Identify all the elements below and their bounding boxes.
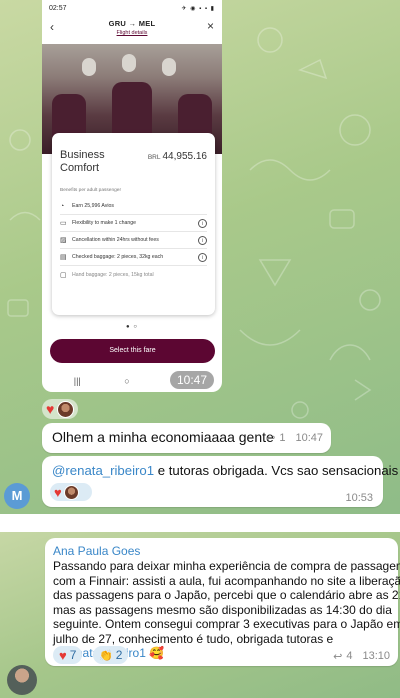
message-bubble[interactable]: @renata_ribeiro1 e tutoras obrigada. Vcs…	[42, 456, 398, 507]
sender-avatar[interactable]: M	[4, 483, 30, 509]
hand-baggage-icon: ▢	[60, 271, 67, 279]
benefit-label: Checked baggage: 2 pieces, 32kg each	[72, 254, 164, 260]
info-icon: i	[198, 235, 207, 245]
message-line: julho de 27, conhecimento é tudo, obriga…	[53, 631, 334, 646]
message-meta: ↩ 1 10:47	[266, 432, 323, 445]
heart-reaction[interactable]: ♥ 7	[53, 646, 83, 664]
image-timestamp: 10:47	[170, 371, 215, 389]
reply-count[interactable]: 1	[279, 432, 285, 445]
message-author[interactable]: Ana Paula Goes	[53, 544, 140, 558]
message-meta: ↩ 4 13:10	[333, 650, 390, 663]
message-line: seguinte. Ontem consegui comprar 3 execu…	[53, 617, 400, 631]
fare-price: BRL 44,955.16	[148, 151, 207, 162]
message-time: 13:10	[362, 650, 390, 662]
recents-icon: |||	[73, 376, 81, 386]
price-amount: 44,955.16	[162, 151, 208, 162]
avios-icon: ◔	[60, 202, 65, 210]
avatar	[57, 400, 75, 418]
clap-icon: 👏	[99, 649, 113, 662]
benefit-label: Cancellation within 24hrs without fees	[72, 237, 159, 243]
benefit-row: ▭ Flexibility to make 1 change i	[60, 215, 207, 232]
benefit-row: ▨ Cancellation within 24hrs without fees…	[60, 232, 207, 249]
heart-icon: ♥	[59, 647, 67, 663]
booking-screenshot[interactable]: 02:57 ✈ ◉ ▪ ▪ ▮ ‹ GRU → MEL Flight detai…	[42, 0, 222, 392]
benefit-list: ◔ Earn 25,996 Avios ▭ Flexibility to mak…	[60, 198, 207, 283]
info-icon: i	[198, 218, 207, 228]
message-time: 10:47	[295, 432, 323, 444]
close-icon: ×	[206, 19, 214, 33]
status-icons: ✈ ◉ ▪ ▪ ▮	[181, 5, 215, 12]
image-reactions[interactable]: ♥	[42, 399, 79, 419]
select-fare-button: Select this fare	[50, 339, 215, 363]
avatar	[63, 484, 79, 500]
message-text: @renata_ribeiro1 e tutoras obrigada. Vcs…	[52, 463, 398, 478]
message-line: Passando para deixar minha experiência d…	[53, 559, 400, 573]
message-bubble[interactable]: Ana Paula Goes Passando para deixar minh…	[45, 538, 400, 666]
fare-card: Business Comfort BRL 44,955.16 Benefits p…	[52, 133, 215, 315]
mention-link[interactable]: @renata_ribeiro1	[52, 463, 154, 478]
status-time: 02:57	[49, 4, 67, 12]
reaction-count: 2	[115, 648, 123, 662]
price-currency: BRL	[147, 154, 161, 161]
sender-avatar[interactable]	[7, 665, 37, 695]
window-shape	[162, 58, 176, 76]
pager-dots: ● ○	[126, 324, 138, 330]
benefit-row: ◔ Earn 25,996 Avios	[60, 198, 207, 215]
benefit-row: ▢ Hand baggage: 2 pieces, 15kg total	[60, 266, 207, 283]
heart-icon: ♥	[46, 401, 55, 417]
reply-icon[interactable]: ↩	[266, 432, 275, 445]
message-line: com a Finnair: assisti a aula, fui acomp…	[53, 573, 400, 588]
emoji: 🥰	[149, 646, 165, 660]
message-line: das passagens para o Japão, percebi que …	[53, 588, 400, 602]
flexibility-icon: ▭	[60, 220, 67, 227]
fare-class: Business Comfort	[60, 149, 105, 174]
heart-icon: ♥	[54, 484, 62, 500]
benefit-row: ▤ Checked baggage: 2 pieces, 32kg each i	[60, 249, 207, 266]
message-time: 10:53	[345, 492, 373, 504]
home-icon: ○	[124, 376, 130, 386]
message-body: e tutoras obrigada. Vcs sao sensacionais	[154, 463, 399, 478]
benefit-label: Earn 25,996 Avios	[72, 203, 115, 209]
app-header: ‹ GRU → MEL Flight details ×	[42, 16, 222, 44]
chat-panel-bottom: Ana Paula Goes Passando para deixar minh…	[0, 532, 400, 698]
message-text: Olhem a minha economiaaaa gente	[52, 429, 274, 445]
window-shape	[122, 54, 136, 72]
message-bubble[interactable]: Olhem a minha economiaaaa gente ↩ 1 10:4…	[42, 423, 331, 453]
reaction-count: 7	[69, 648, 77, 662]
benefit-label: Hand baggage: 2 pieces, 15kg total	[72, 271, 154, 278]
reply-count[interactable]: 4	[346, 650, 352, 663]
checked-baggage-icon: ▤	[60, 254, 67, 261]
phone-status-bar: 02:57 ✈ ◉ ▪ ▪ ▮	[42, 0, 222, 16]
route-title: GRU → MEL	[108, 19, 156, 28]
message-reaction[interactable]: ♥	[50, 483, 92, 501]
reply-icon[interactable]: ↩	[333, 650, 342, 663]
info-icon: i	[198, 252, 207, 262]
message-line: mas as passagens mesmo são disponibiliza…	[53, 602, 392, 617]
chat-panel-top: 02:57 ✈ ◉ ▪ ▪ ▮ ‹ GRU → MEL Flight detai…	[0, 0, 400, 514]
window-shape	[82, 58, 96, 76]
benefits-label: Benefits per adult passenger	[60, 188, 122, 193]
back-arrow-icon: ‹	[50, 20, 54, 34]
benefit-label: Flexibility to make 1 change	[72, 220, 137, 226]
flight-details-link: Flight details	[116, 30, 148, 36]
cancellation-icon: ▨	[60, 237, 67, 244]
clap-reaction[interactable]: 👏 2	[93, 646, 129, 664]
